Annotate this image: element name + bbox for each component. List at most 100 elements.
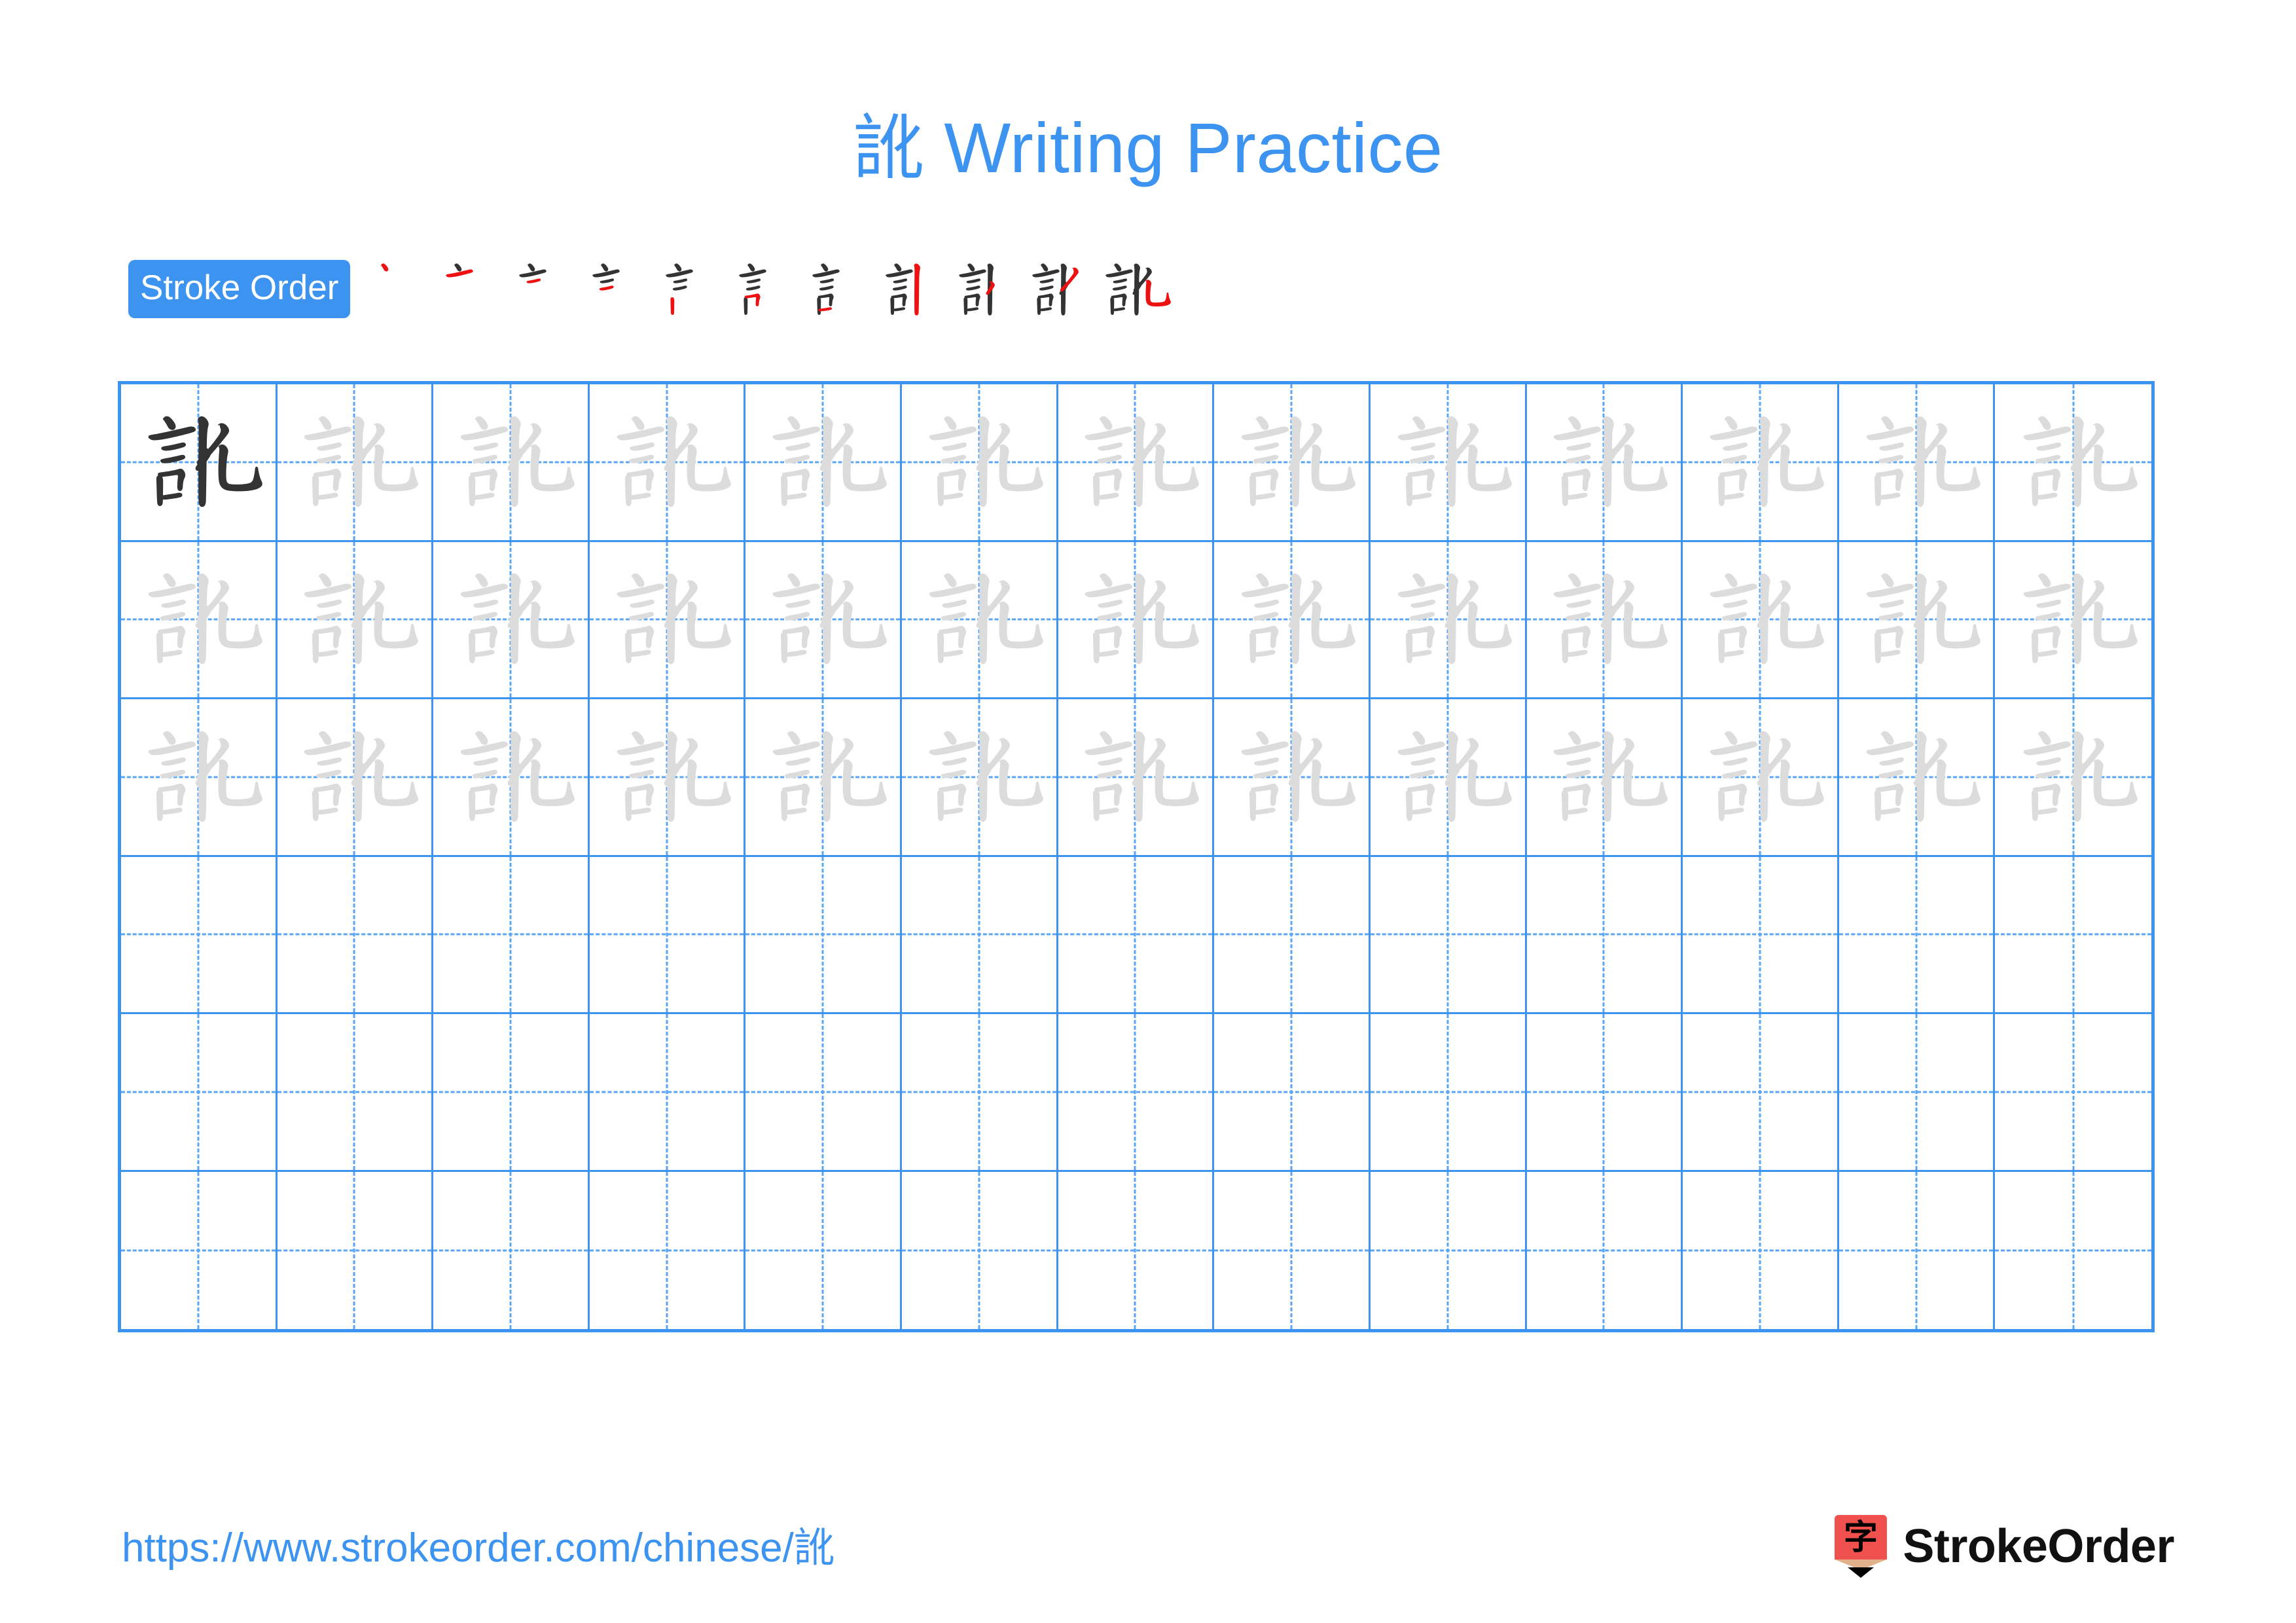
practice-cell-r1-c11[interactable] [1683, 384, 1839, 542]
practice-cell-r5-c10[interactable] [1526, 1014, 1683, 1172]
footer-url[interactable]: https://www.strokeorder.com/chinese/訛 [122, 1528, 834, 1569]
practice-cell-r4-c9[interactable] [1370, 856, 1527, 1014]
practice-cell-r2-c6[interactable] [902, 541, 1058, 699]
practice-cell-r3-c4[interactable] [589, 699, 746, 857]
practice-cell-r1-c3[interactable] [433, 384, 590, 542]
practice-cell-r1-c10[interactable] [1526, 384, 1683, 542]
logo-wordmark: StrokeOrder [1903, 1520, 2174, 1573]
practice-cell-r6-c6[interactable] [902, 1171, 1058, 1329]
practice-cell-r6-c4[interactable] [590, 1171, 746, 1329]
practice-cell-r6-c9[interactable] [1371, 1171, 1527, 1329]
practice-cell-r2-c3[interactable] [433, 541, 590, 699]
trace-character [1527, 542, 1681, 698]
practice-cell-r1-c9[interactable] [1370, 384, 1527, 542]
practice-cell-r5-c5[interactable] [745, 1014, 903, 1172]
practice-cell-r4-c6[interactable] [902, 856, 1058, 1014]
practice-cell-r6-c8[interactable] [1214, 1171, 1371, 1329]
trace-character [1527, 699, 1681, 855]
practice-cell-r6-c7[interactable] [1058, 1171, 1215, 1329]
practice-cell-r5-c9[interactable] [1370, 1014, 1527, 1172]
practice-cell-r1-c7[interactable] [1058, 384, 1215, 542]
stroke-order-step-10 [1024, 252, 1098, 325]
practice-cell-r4-c2[interactable] [277, 856, 434, 1014]
practice-cell-r4-c12[interactable] [1839, 856, 1996, 1014]
practice-cell-r3-c12[interactable] [1839, 699, 1996, 857]
practice-cell-r3-c2[interactable] [277, 699, 434, 857]
trace-character [902, 699, 1056, 855]
practice-cell-r2-c7[interactable] [1058, 541, 1215, 699]
practice-cell-r6-c3[interactable] [433, 1171, 590, 1329]
practice-cell-r2-c4[interactable] [589, 541, 746, 699]
practice-cell-r1-c13[interactable] [1995, 384, 2151, 542]
practice-cell-r2-c2[interactable] [277, 541, 434, 699]
svg-text:字: 字 [1844, 1518, 1878, 1558]
practice-cell-r2-c5[interactable] [745, 541, 903, 699]
practice-cell-r6-c12[interactable] [1839, 1171, 1996, 1329]
practice-cell-r6-c2[interactable] [278, 1171, 434, 1329]
practice-cell-r3-c8[interactable] [1214, 699, 1371, 857]
trace-character [745, 384, 900, 540]
practice-cell-r5-c7[interactable] [1058, 1014, 1215, 1172]
practice-cell-r3-c5[interactable] [745, 699, 903, 857]
stroke-order-step-9 [951, 252, 1024, 325]
practice-cell-r2-c12[interactable] [1839, 541, 1996, 699]
practice-cell-r4-c11[interactable] [1683, 856, 1839, 1014]
practice-cell-r4-c7[interactable] [1058, 856, 1215, 1014]
practice-cell-r3-c10[interactable] [1526, 699, 1683, 857]
practice-cell-r4-c5[interactable] [745, 856, 903, 1014]
practice-cell-r1-c5[interactable] [745, 384, 903, 542]
trace-character [1214, 699, 1369, 855]
practice-cell-r4-c13[interactable] [1995, 857, 2151, 1014]
practice-cell-r2-c8[interactable] [1214, 541, 1371, 699]
practice-cell-r6-c5[interactable] [745, 1171, 903, 1329]
practice-cell-r4-c4[interactable] [589, 856, 746, 1014]
practice-cell-r3-c1[interactable] [121, 699, 278, 857]
practice-cell-r1-c2[interactable] [277, 384, 434, 542]
practice-cell-r6-c11[interactable] [1683, 1171, 1839, 1329]
practice-cell-r2-c13[interactable] [1995, 542, 2151, 699]
trace-character [1839, 384, 1994, 540]
practice-cell-r5-c12[interactable] [1839, 1014, 1996, 1172]
practice-cell-r5-c1[interactable] [121, 1014, 278, 1172]
trace-character [902, 542, 1056, 698]
practice-cell-r2-c10[interactable] [1526, 541, 1683, 699]
trace-character [902, 384, 1056, 540]
practice-cell-r3-c9[interactable] [1370, 699, 1527, 857]
practice-cell-r1-c6[interactable] [902, 384, 1058, 542]
practice-cell-r6-c10[interactable] [1527, 1171, 1683, 1329]
practice-cell-r6-c1[interactable] [121, 1171, 278, 1329]
practice-cell-r3-c11[interactable] [1683, 699, 1839, 857]
practice-cell-r2-c9[interactable] [1370, 541, 1527, 699]
footer-logo[interactable]: 字 StrokeOrder [1833, 1514, 2174, 1579]
practice-cell-r2-c1[interactable] [121, 541, 278, 699]
practice-cell-r4-c1[interactable] [121, 856, 278, 1014]
trace-character [1683, 542, 1837, 698]
practice-cell-r3-c6[interactable] [902, 699, 1058, 857]
practice-cell-r2-c11[interactable] [1683, 541, 1839, 699]
practice-cell-r5-c3[interactable] [433, 1014, 590, 1172]
practice-cell-r3-c7[interactable] [1058, 699, 1215, 857]
practice-cell-r5-c11[interactable] [1683, 1014, 1839, 1172]
practice-cell-r4-c3[interactable] [433, 856, 590, 1014]
stroke-order-section: Stroke Order [128, 252, 1172, 325]
practice-cell-r6-c13[interactable] [1995, 1172, 2151, 1330]
practice-cell-r3-c3[interactable] [433, 699, 590, 857]
practice-cell-r5-c6[interactable] [902, 1014, 1058, 1172]
practice-cell-r5-c2[interactable] [277, 1014, 434, 1172]
trace-character [1995, 542, 2151, 698]
model-character [121, 384, 276, 540]
practice-cell-r5-c8[interactable] [1214, 1014, 1371, 1172]
practice-cell-r3-c13[interactable] [1995, 699, 2151, 857]
practice-cell-r1-c8[interactable] [1214, 384, 1371, 542]
practice-cell-r1-c1[interactable] [121, 384, 278, 542]
practice-cell-r4-c8[interactable] [1214, 856, 1371, 1014]
trace-character [590, 384, 744, 540]
practice-cell-r1-c4[interactable] [589, 384, 746, 542]
practice-cell-r5-c4[interactable] [589, 1014, 746, 1172]
trace-character [278, 699, 432, 855]
practice-cell-r4-c10[interactable] [1526, 856, 1683, 1014]
page-title-text: 訛 Writing Practice [853, 108, 1443, 187]
practice-cell-r1-c12[interactable] [1839, 384, 1996, 542]
practice-cell-r5-c13[interactable] [1995, 1014, 2151, 1172]
trace-character [590, 699, 744, 855]
